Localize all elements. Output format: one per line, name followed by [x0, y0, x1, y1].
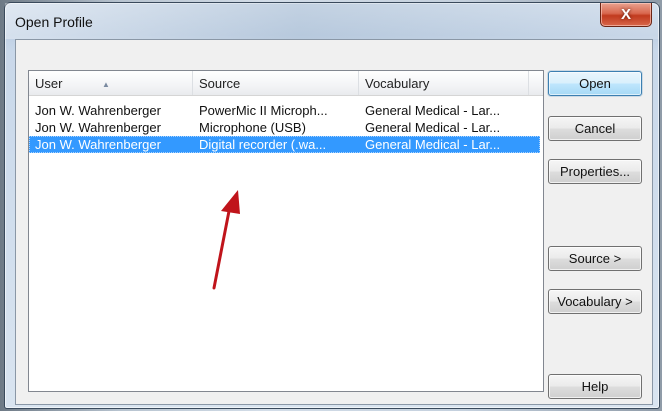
red-arrow-annotation [212, 190, 240, 290]
